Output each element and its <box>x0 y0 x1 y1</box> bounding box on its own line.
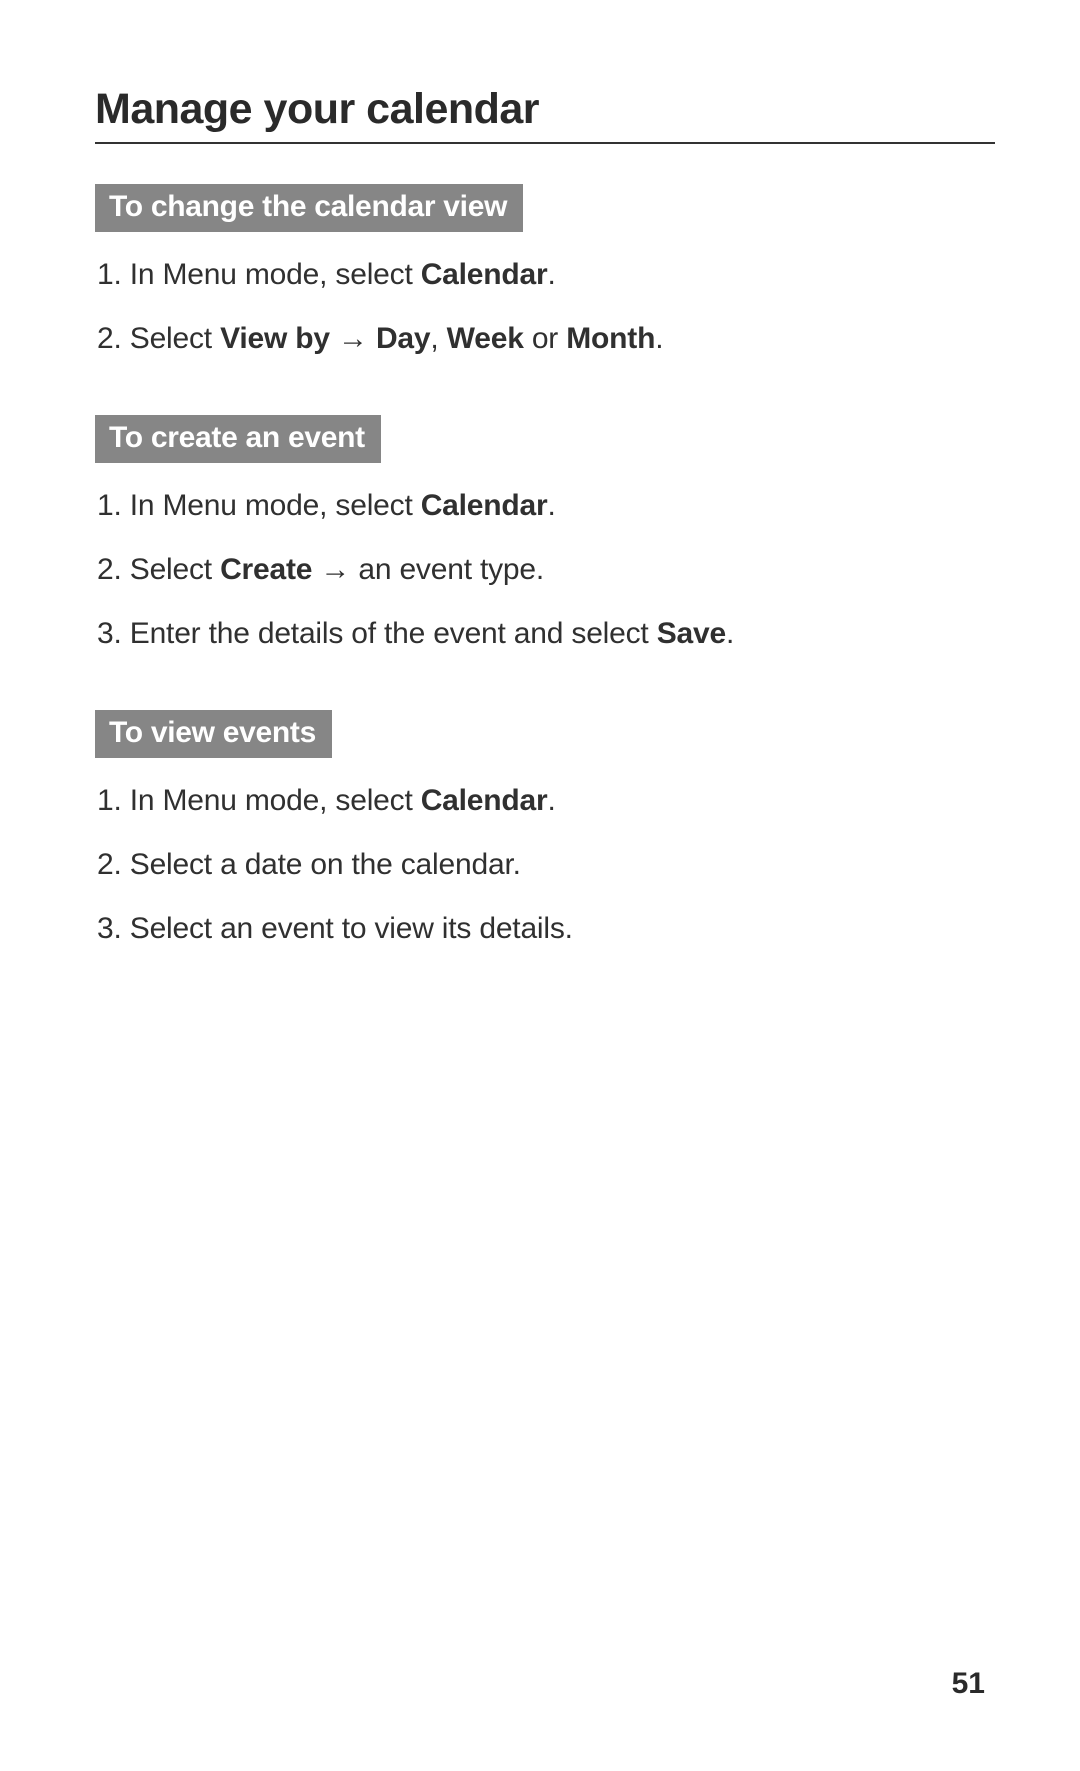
step-item: 1. In Menu mode, select Calendar. <box>97 485 995 527</box>
body-text: or <box>524 322 567 355</box>
step-item: 2. Select Create → an event type. <box>97 549 995 591</box>
bold-text: Day <box>376 322 430 355</box>
body-text: . <box>655 322 663 355</box>
bold-text: Week <box>447 322 524 355</box>
body-text: . <box>548 258 556 291</box>
section-header: To create an event <box>95 415 381 463</box>
steps-list: 1. In Menu mode, select Calendar. 2. Sel… <box>95 254 995 360</box>
bold-text: Create <box>220 553 312 586</box>
step-item: 2. Select View by → Day, Week or Month. <box>97 318 995 360</box>
body-text: In Menu mode, select <box>122 258 421 291</box>
body-text: , <box>430 322 446 355</box>
step-number: 2. <box>97 848 122 881</box>
page-title: Manage your calendar <box>95 85 995 144</box>
step-number: 1. <box>97 784 122 817</box>
step-item: 3. Enter the details of the event and se… <box>97 613 995 655</box>
step-item: 1. In Menu mode, select Calendar. <box>97 254 995 296</box>
body-text: In Menu mode, select <box>122 784 421 817</box>
page-number: 51 <box>952 1667 985 1701</box>
body-text: → <box>330 322 376 355</box>
step-number: 2. <box>97 322 122 355</box>
bold-text: Month <box>566 322 655 355</box>
bold-text: Calendar <box>421 489 548 522</box>
step-item: 1. In Menu mode, select Calendar. <box>97 780 995 822</box>
bold-text: Save <box>657 617 726 650</box>
body-text: Select an event to view its details. <box>122 912 573 945</box>
step-number: 3. <box>97 617 122 650</box>
step-number: 3. <box>97 912 122 945</box>
step-number: 1. <box>97 489 122 522</box>
section-change-view: To change the calendar view 1. In Menu m… <box>95 184 995 360</box>
body-text: . <box>548 489 556 522</box>
section-header: To change the calendar view <box>95 184 523 232</box>
body-text: . <box>726 617 734 650</box>
step-number: 1. <box>97 258 122 291</box>
step-item: 3. Select an event to view its details. <box>97 908 995 950</box>
bold-text: Calendar <box>421 784 548 817</box>
body-text: Enter the details of the event and selec… <box>122 617 657 650</box>
steps-list: 1. In Menu mode, select Calendar. 2. Sel… <box>95 780 995 950</box>
body-text: → an event type. <box>312 553 544 586</box>
section-header: To view events <box>95 710 332 758</box>
section-create-event: To create an event 1. In Menu mode, sele… <box>95 415 995 655</box>
bold-text: View by <box>220 322 330 355</box>
body-text: Select <box>122 322 220 355</box>
step-number: 2. <box>97 553 122 586</box>
bold-text: Calendar <box>421 258 548 291</box>
body-text: In Menu mode, select <box>122 489 421 522</box>
section-view-events: To view events 1. In Menu mode, select C… <box>95 710 995 950</box>
body-text: Select <box>122 553 220 586</box>
steps-list: 1. In Menu mode, select Calendar. 2. Sel… <box>95 485 995 655</box>
body-text: . <box>548 784 556 817</box>
step-item: 2. Select a date on the calendar. <box>97 844 995 886</box>
body-text: Select a date on the calendar. <box>122 848 521 881</box>
